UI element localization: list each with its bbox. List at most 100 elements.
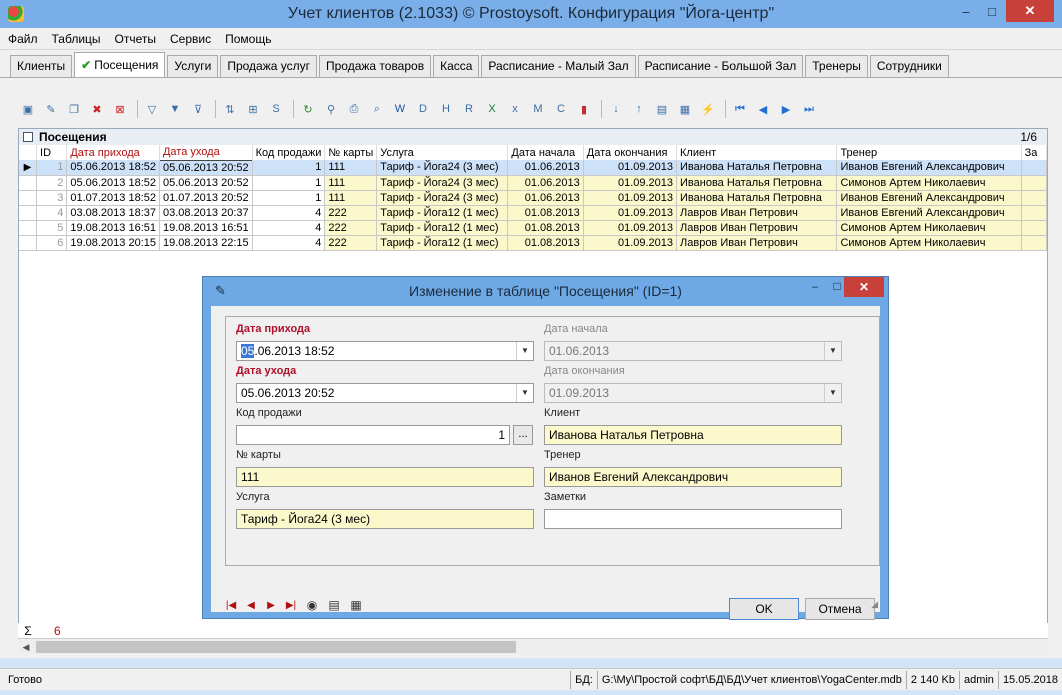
tab-goods-sales[interactable]: Продажа товаров bbox=[318, 55, 432, 77]
table-row[interactable]: 2 05.06.2013 18:52 05.06.2013 20:52 1 111 Тар… bbox=[19, 175, 1048, 191]
cell-id[interactable]: 4 bbox=[36, 205, 68, 221]
cell-notes-partial[interactable] bbox=[1021, 190, 1048, 206]
dropdown-arrow-icon[interactable]: ▼ bbox=[516, 342, 533, 360]
cell-start[interactable]: 01.06.2013 bbox=[507, 175, 584, 191]
print-icon[interactable]: ⎙ bbox=[344, 99, 364, 119]
tab-clients[interactable]: Клиенты bbox=[10, 55, 73, 77]
cell-trainer[interactable]: Симонов Артем Николаевич bbox=[836, 220, 1022, 236]
maximize-button[interactable]: □ bbox=[979, 0, 1005, 22]
col-sale-code[interactable]: Код продажи bbox=[252, 145, 326, 160]
first-icon[interactable]: ⏮ bbox=[730, 99, 750, 119]
menu-service[interactable]: Сервис bbox=[170, 32, 211, 46]
departure-field[interactable]: 05.06.2013 20:52 ▼ bbox=[236, 383, 534, 403]
cell-trainer[interactable]: Иванов Евгений Александрович bbox=[836, 160, 1022, 176]
cell-departure[interactable]: 19.08.2013 22:15 bbox=[159, 235, 253, 251]
tab-services[interactable]: Услуги bbox=[167, 55, 219, 77]
delete-record-icon[interactable]: ✖ bbox=[87, 99, 107, 119]
find-icon[interactable]: ⚲ bbox=[321, 99, 341, 119]
cell-notes-partial[interactable] bbox=[1021, 160, 1048, 176]
close-button[interactable]: ✕ bbox=[1006, 0, 1054, 22]
cell-arrival[interactable]: 05.06.2013 18:52 bbox=[66, 175, 160, 191]
cell-arrival[interactable]: 19.08.2013 16:51 bbox=[66, 220, 160, 236]
globe-icon[interactable]: ◉ bbox=[301, 598, 323, 612]
first-record-icon[interactable]: |◀ bbox=[221, 600, 241, 611]
col-service[interactable]: Услуга bbox=[376, 145, 509, 160]
resize-grip-icon[interactable]: ◢ bbox=[871, 599, 878, 610]
cell-sale-code[interactable]: 1 bbox=[252, 160, 326, 176]
ok-button[interactable]: OK bbox=[729, 598, 799, 620]
form-icon[interactable]: ▤ bbox=[652, 99, 672, 119]
cell-client[interactable]: Лавров Иван Петрович bbox=[676, 205, 838, 221]
refresh-icon[interactable]: ↻ bbox=[298, 99, 318, 119]
export-xls-icon[interactable]: x bbox=[505, 99, 525, 119]
group-icon[interactable]: ⊞ bbox=[243, 99, 263, 119]
cell-id[interactable]: 1 bbox=[36, 160, 68, 176]
filter-clear-icon[interactable]: ⊽ bbox=[188, 99, 208, 119]
cell-client[interactable]: Лавров Иван Петрович bbox=[676, 220, 838, 236]
tab-service-sales[interactable]: Продажа услуг bbox=[220, 55, 317, 77]
cell-departure[interactable]: 05.06.2013 20:52 bbox=[159, 175, 253, 191]
current-row-arrow-icon[interactable]: ▶ bbox=[19, 160, 38, 176]
filter-add-icon[interactable]: ▼ bbox=[165, 99, 185, 119]
cell-card[interactable]: 111 bbox=[324, 190, 378, 206]
tab-staff[interactable]: Сотрудники bbox=[869, 55, 949, 77]
row-indicator[interactable] bbox=[19, 235, 38, 251]
cell-card[interactable]: 111 bbox=[324, 160, 378, 176]
cell-client[interactable]: Лавров Иван Петрович bbox=[676, 235, 838, 251]
cell-card[interactable]: 222 bbox=[324, 205, 378, 221]
copy-record-icon[interactable]: ❐ bbox=[64, 99, 84, 119]
cell-service[interactable]: Тариф - Йога12 (1 мес) bbox=[376, 205, 509, 221]
cell-end[interactable]: 01.09.2013 bbox=[583, 220, 678, 236]
dropdown-arrow-icon[interactable]: ▼ bbox=[516, 384, 533, 402]
cell-end[interactable]: 01.09.2013 bbox=[583, 160, 678, 176]
cell-service[interactable]: Тариф - Йога24 (3 мес) bbox=[376, 175, 509, 191]
cell-id[interactable]: 2 bbox=[36, 175, 68, 191]
cell-end[interactable]: 01.09.2013 bbox=[583, 205, 678, 221]
row-indicator[interactable] bbox=[19, 205, 38, 221]
chart-icon[interactable]: ▮ bbox=[574, 99, 594, 119]
next-icon[interactable]: ▶ bbox=[776, 99, 796, 119]
dialog-minimize-button[interactable]: – bbox=[804, 281, 826, 293]
export-doc-icon[interactable]: D bbox=[413, 99, 433, 119]
menu-help[interactable]: Помощь bbox=[225, 32, 271, 46]
cell-sale-code[interactable]: 1 bbox=[252, 175, 326, 191]
export-rtf-icon[interactable]: R bbox=[459, 99, 479, 119]
menu-file[interactable]: Файл bbox=[8, 32, 38, 46]
cell-id[interactable]: 3 bbox=[36, 190, 68, 206]
cell-service[interactable]: Тариф - Йога24 (3 мес) bbox=[376, 190, 509, 206]
form-edit-icon[interactable]: ▤ bbox=[323, 598, 345, 612]
col-id[interactable]: ID bbox=[36, 145, 68, 160]
cell-trainer[interactable]: Иванов Евгений Александрович bbox=[836, 205, 1022, 221]
report-icon[interactable]: ▦ bbox=[675, 99, 695, 119]
cell-client[interactable]: Иванова Наталья Петровна bbox=[676, 190, 838, 206]
col-card[interactable]: № карты bbox=[324, 145, 378, 160]
cell-sale-code[interactable]: 1 bbox=[252, 190, 326, 206]
tab-schedule-small[interactable]: Расписание - Малый Зал bbox=[481, 55, 636, 77]
cell-notes-partial[interactable] bbox=[1021, 235, 1048, 251]
cell-arrival[interactable]: 03.08.2013 18:37 bbox=[66, 205, 160, 221]
table-row[interactable]: 6 19.08.2013 20:15 19.08.2013 22:15 4 222 Тар… bbox=[19, 235, 1048, 251]
cell-sale-code[interactable]: 4 bbox=[252, 235, 326, 251]
export-excel-icon[interactable]: X bbox=[482, 99, 502, 119]
col-client[interactable]: Клиент bbox=[676, 145, 838, 160]
prev-record-icon[interactable]: ◀ bbox=[241, 600, 261, 611]
cell-service[interactable]: Тариф - Йога12 (1 мес) bbox=[376, 235, 509, 251]
cell-id[interactable]: 6 bbox=[36, 235, 68, 251]
table-row[interactable]: 5 19.08.2013 16:51 19.08.2013 16:51 4 222 Тар… bbox=[19, 220, 1048, 236]
service-field[interactable]: Тариф - Йога24 (3 мес) bbox=[236, 509, 534, 529]
preview-icon[interactable]: ⌕ bbox=[367, 99, 387, 119]
sort-asc-icon[interactable]: ↓ bbox=[606, 99, 626, 119]
cell-service[interactable]: Тариф - Йога12 (1 мес) bbox=[376, 220, 509, 236]
cell-arrival[interactable]: 05.06.2013 18:52 bbox=[66, 160, 160, 176]
cell-departure[interactable]: 01.07.2013 20:52 bbox=[159, 190, 253, 206]
cell-end[interactable]: 01.09.2013 bbox=[583, 175, 678, 191]
cell-start[interactable]: 01.08.2013 bbox=[507, 235, 584, 251]
export-html-icon[interactable]: H bbox=[436, 99, 456, 119]
horizontal-scrollbar[interactable]: ◀ bbox=[18, 638, 1048, 654]
row-indicator[interactable] bbox=[19, 190, 38, 206]
action-icon[interactable]: ⚡ bbox=[698, 99, 718, 119]
cell-client[interactable]: Иванова Наталья Петровна bbox=[676, 175, 838, 191]
add-record-icon[interactable]: ▣ bbox=[18, 99, 38, 119]
dialog-close-button[interactable]: ✕ bbox=[844, 277, 884, 297]
tab-cashbox[interactable]: Касса bbox=[433, 55, 480, 77]
